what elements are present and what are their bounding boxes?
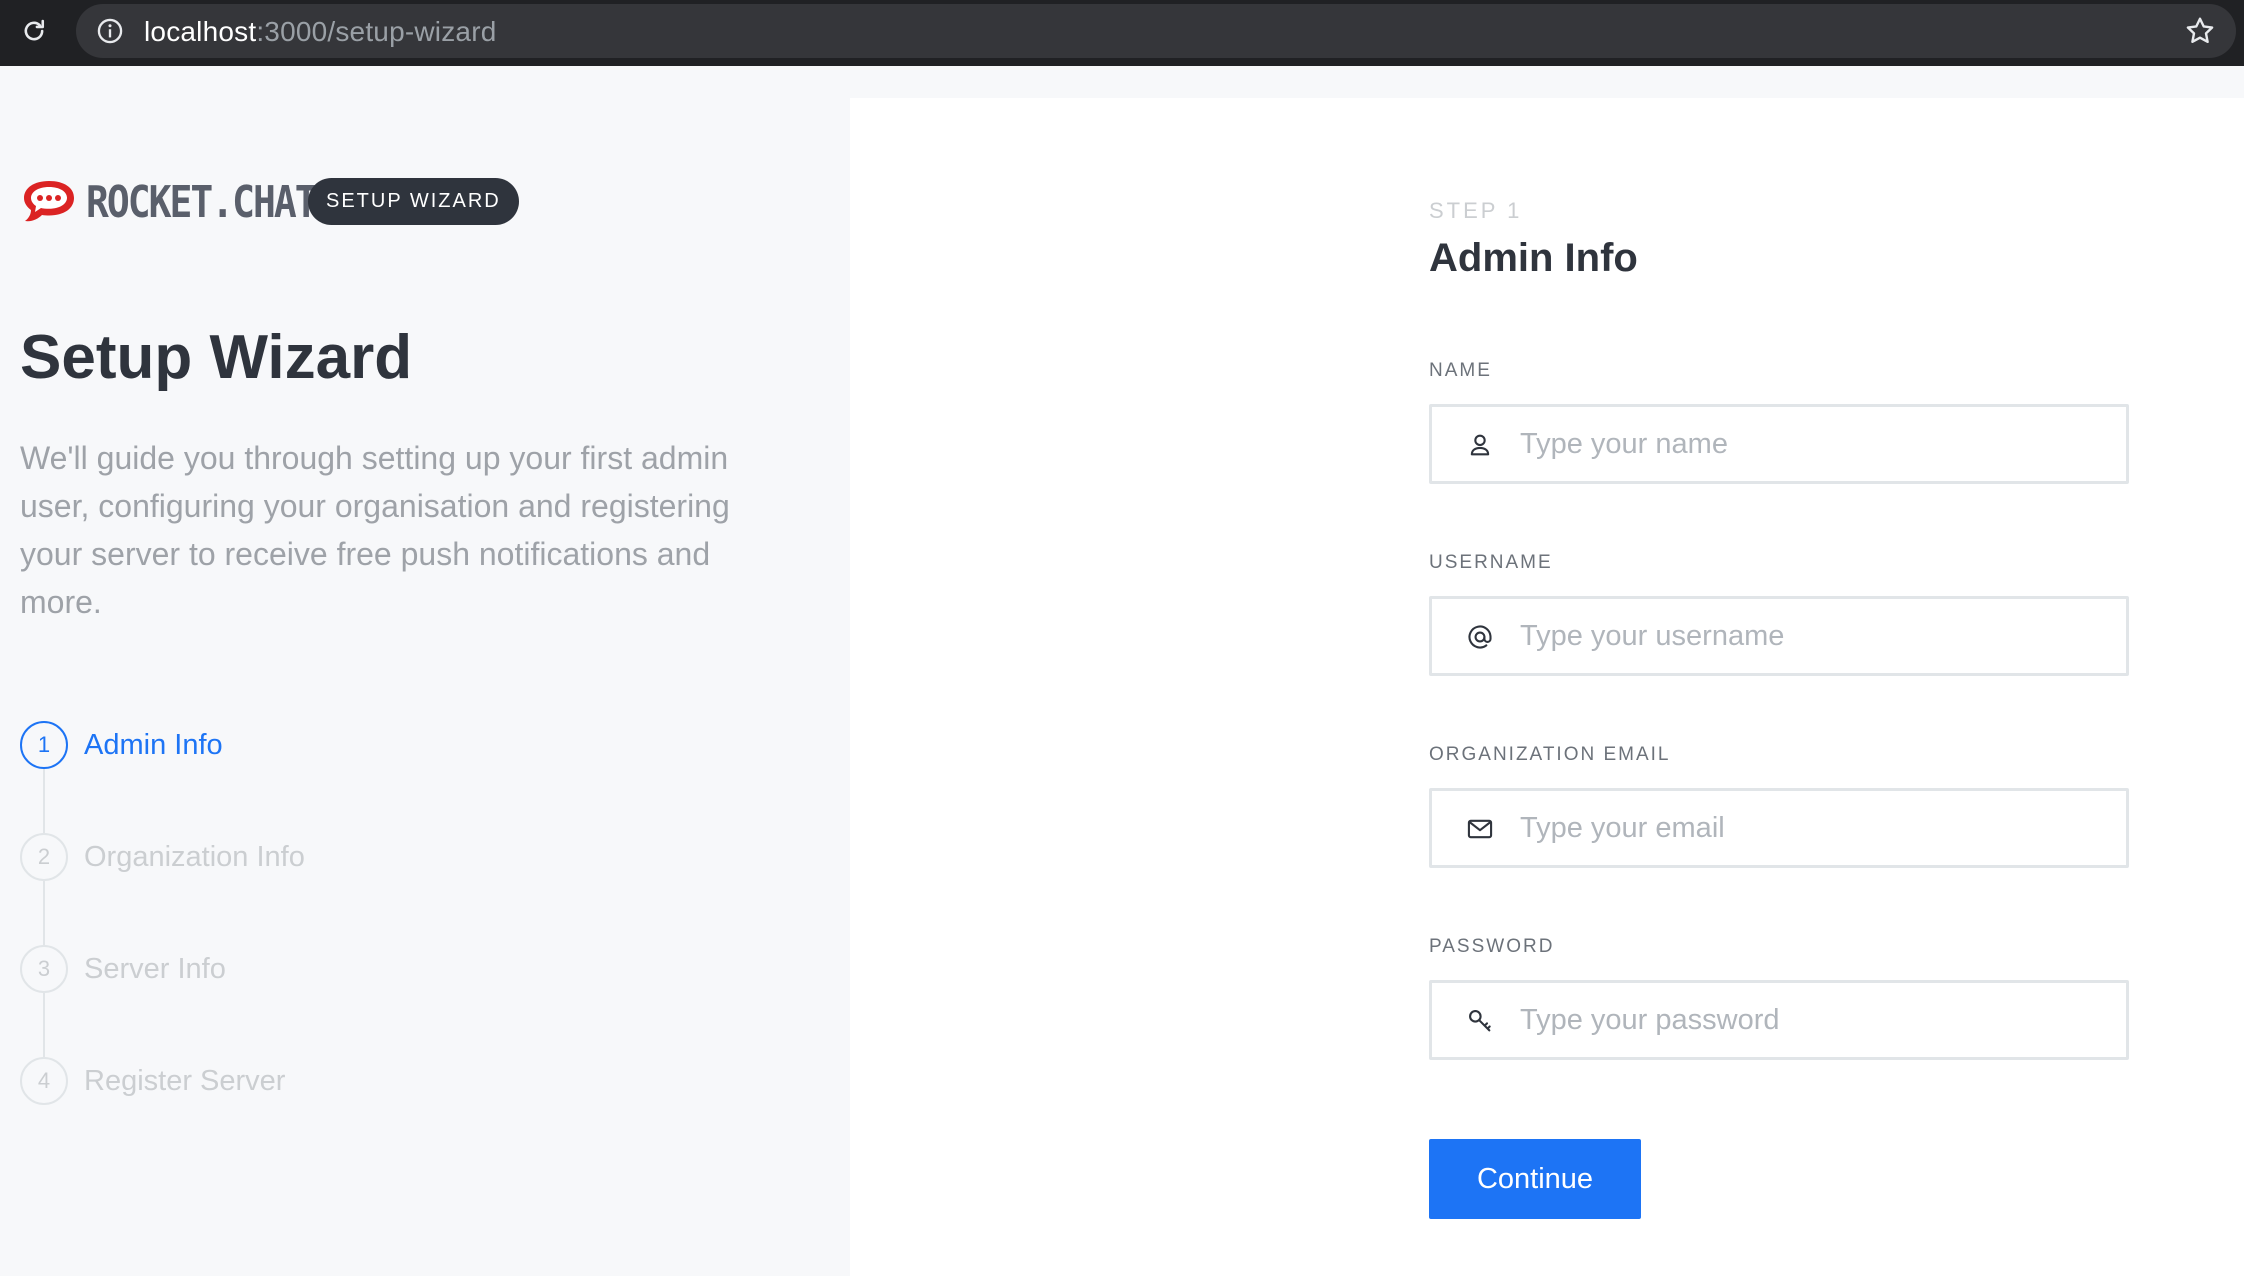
step-label: Organization Info <box>84 840 305 873</box>
continue-button[interactable]: Continue <box>1429 1139 1641 1219</box>
step-connector <box>43 769 45 833</box>
password-field[interactable] <box>1429 980 2129 1060</box>
name-label: NAME <box>1429 360 1492 381</box>
setup-wizard-badge: SETUP WIZARD <box>308 178 519 225</box>
username-label: USERNAME <box>1429 552 1553 573</box>
step-indicator: STEP 1 <box>1429 198 1523 223</box>
step-connector <box>43 993 45 1057</box>
step-label: Server Info <box>84 952 226 985</box>
wizard-step-admin-info[interactable]: 1 Admin Info <box>20 721 223 769</box>
wizard-description: We'll guide you through setting up your … <box>20 440 730 620</box>
brand-text: ROCKET.CHAT <box>86 176 318 228</box>
address-bar[interactable]: localhost:3000/setup-wizard <box>76 4 2236 58</box>
organization-email-label: ORGANIZATION EMAIL <box>1429 744 1671 765</box>
brand-logo: ROCKET.CHAT <box>20 174 318 230</box>
wizard-step-organization-info[interactable]: 2 Organization Info <box>20 833 305 881</box>
at-icon <box>1468 625 1492 649</box>
step-number-circle: 2 <box>20 833 68 881</box>
username-input[interactable] <box>1520 599 2110 673</box>
wizard-step-register-server[interactable]: 4 Register Server <box>20 1057 285 1105</box>
name-field[interactable] <box>1429 404 2129 484</box>
setup-wizard-page: ROCKET.CHAT SETUP WIZARD Setup Wizard We… <box>0 66 2244 1276</box>
bookmark-star-icon[interactable] <box>2184 15 2216 47</box>
email-input[interactable] <box>1520 791 2110 865</box>
form-panel: STEP 1 Admin Info NAME USERNAME <box>850 98 2244 1276</box>
organization-email-field[interactable] <box>1429 788 2129 868</box>
step-number-circle: 4 <box>20 1057 68 1105</box>
wizard-sidebar: ROCKET.CHAT SETUP WIZARD Setup Wizard We… <box>0 66 850 1276</box>
rocket-chat-logo-icon <box>24 181 74 222</box>
site-info-icon[interactable] <box>96 17 124 45</box>
browser-toolbar: localhost:3000/setup-wizard <box>0 0 2244 66</box>
url-text: localhost:3000/setup-wizard <box>144 16 497 48</box>
reload-button[interactable] <box>14 11 54 51</box>
page-title: Setup Wizard <box>20 323 413 392</box>
step-label: Admin Info <box>84 728 223 761</box>
password-input[interactable] <box>1520 983 2110 1057</box>
password-label: PASSWORD <box>1429 936 1555 957</box>
name-input[interactable] <box>1520 407 2110 481</box>
url-host: localhost <box>144 16 257 47</box>
step-connector <box>43 881 45 945</box>
form-title: Admin Info <box>1429 236 1638 280</box>
reload-icon <box>24 19 45 41</box>
key-icon <box>1469 1010 1491 1032</box>
step-number-circle: 3 <box>20 945 68 993</box>
wizard-step-server-info[interactable]: 3 Server Info <box>20 945 226 993</box>
url-path: :3000/setup-wizard <box>256 16 497 47</box>
step-number-circle: 1 <box>20 721 68 769</box>
username-field[interactable] <box>1429 596 2129 676</box>
user-icon <box>1470 434 1490 456</box>
mail-icon <box>1467 819 1493 839</box>
step-label: Register Server <box>84 1064 286 1097</box>
